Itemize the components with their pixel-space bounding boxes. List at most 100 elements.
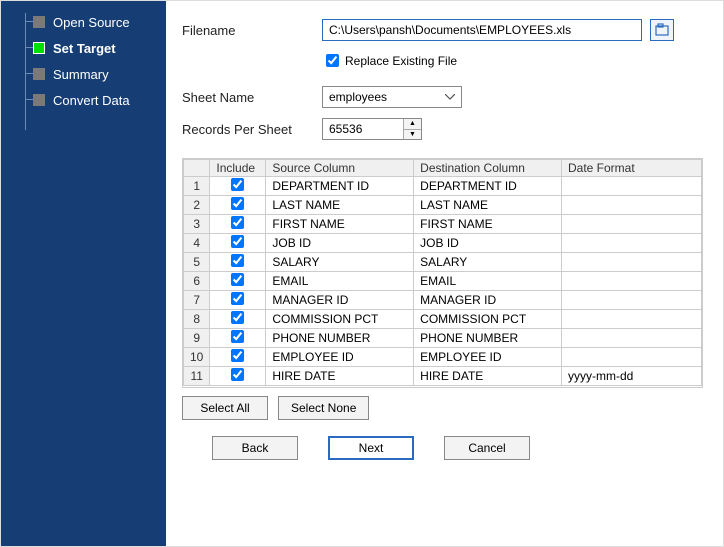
nav-label: Summary — [53, 67, 109, 82]
spinner-down[interactable]: ▼ — [404, 130, 421, 140]
include-checkbox[interactable] — [231, 292, 244, 305]
cell-datefmt[interactable] — [562, 272, 702, 291]
nav-label: Set Target — [53, 41, 116, 56]
nav-marker — [33, 42, 45, 54]
nav-marker — [33, 16, 45, 28]
next-button[interactable]: Next — [328, 436, 414, 460]
back-button[interactable]: Back — [212, 436, 298, 460]
select-none-button[interactable]: Select None — [278, 396, 369, 420]
cell-datefmt[interactable] — [562, 196, 702, 215]
records-input[interactable] — [323, 119, 403, 139]
nav-item-summary[interactable]: Summary — [1, 61, 166, 87]
cell-datefmt[interactable] — [562, 177, 702, 196]
row-number: 8 — [184, 310, 210, 329]
table-row[interactable]: 7MANAGER IDMANAGER ID — [184, 291, 702, 310]
cell-source[interactable]: JOB ID — [266, 234, 414, 253]
cell-datefmt[interactable] — [562, 215, 702, 234]
col-header-source[interactable]: Source Column — [266, 160, 414, 177]
col-header-dest[interactable]: Destination Column — [414, 160, 562, 177]
table-row[interactable]: 6 EMAILEMAIL — [184, 272, 702, 291]
filename-label: Filename — [182, 23, 322, 38]
cell-dest[interactable]: SALARY — [414, 253, 562, 272]
table-row[interactable]: 3 FIRST NAMEFIRST NAME — [184, 215, 702, 234]
row-number: 11 — [184, 367, 210, 386]
cell-datefmt[interactable]: yyyy-mm-dd — [562, 367, 702, 386]
spinner-up[interactable]: ▲ — [404, 119, 421, 130]
cell-dest[interactable]: COMMISSION PCT — [414, 310, 562, 329]
cell-datefmt[interactable] — [562, 253, 702, 272]
row-number: 3 — [184, 215, 210, 234]
filename-input[interactable] — [322, 19, 642, 41]
row-number: 4 — [184, 234, 210, 253]
tree-branch — [25, 99, 33, 100]
cell-dest[interactable]: JOB ID — [414, 234, 562, 253]
cell-dest[interactable]: HIRE DATE — [414, 367, 562, 386]
select-all-button[interactable]: Select All — [182, 396, 268, 420]
include-checkbox[interactable] — [231, 197, 244, 210]
cell-source[interactable]: LAST NAME — [266, 196, 414, 215]
table-row[interactable]: 10EMPLOYEE IDEMPLOYEE ID — [184, 348, 702, 367]
col-header-datefmt[interactable]: Date Format — [562, 160, 702, 177]
cell-dest[interactable]: MANAGER ID — [414, 291, 562, 310]
records-label: Records Per Sheet — [182, 122, 322, 137]
cell-datefmt[interactable] — [562, 348, 702, 367]
replace-checkbox[interactable] — [326, 54, 339, 67]
tree-branch — [25, 73, 33, 74]
cell-dest[interactable]: LAST NAME — [414, 196, 562, 215]
tree-branch — [25, 21, 33, 22]
nav-label: Open Source — [53, 15, 130, 30]
nav-marker — [33, 68, 45, 80]
col-header-rownum — [184, 160, 210, 177]
browse-icon — [655, 23, 669, 37]
table-row[interactable]: 8 COMMISSION PCTCOMMISSION PCT — [184, 310, 702, 329]
tree-branch — [25, 47, 33, 48]
cell-dest[interactable]: DEPARTMENT ID — [414, 177, 562, 196]
cell-source[interactable]: FIRST NAME — [266, 215, 414, 234]
browse-button[interactable] — [650, 19, 674, 41]
wizard-sidebar: Open Source Set Target Summary Convert Data — [1, 1, 166, 546]
row-number: 6 — [184, 272, 210, 291]
columns-table-wrap: Include Source Column Destination Column… — [182, 158, 703, 388]
row-number: 1 — [184, 177, 210, 196]
table-row[interactable]: 5 SALARYSALARY — [184, 253, 702, 272]
table-row[interactable]: 11HIRE DATEHIRE DATEyyyy-mm-dd — [184, 367, 702, 386]
cell-source[interactable]: EMPLOYEE ID — [266, 348, 414, 367]
nav-item-convert-data[interactable]: Convert Data — [1, 87, 166, 113]
cell-source[interactable]: HIRE DATE — [266, 367, 414, 386]
cell-source[interactable]: PHONE NUMBER — [266, 329, 414, 348]
sheet-name-select[interactable]: employees — [322, 86, 462, 108]
cell-dest[interactable]: FIRST NAME — [414, 215, 562, 234]
nav-item-set-target[interactable]: Set Target — [1, 35, 166, 61]
include-checkbox[interactable] — [231, 368, 244, 381]
include-checkbox[interactable] — [231, 216, 244, 229]
include-checkbox[interactable] — [231, 330, 244, 343]
cancel-button[interactable]: Cancel — [444, 436, 530, 460]
row-number: 5 — [184, 253, 210, 272]
table-row[interactable]: 9PHONE NUMBERPHONE NUMBER — [184, 329, 702, 348]
cell-dest[interactable]: EMPLOYEE ID — [414, 348, 562, 367]
records-spinner[interactable]: ▲ ▼ — [322, 118, 422, 140]
include-checkbox[interactable] — [231, 273, 244, 286]
cell-datefmt[interactable] — [562, 329, 702, 348]
cell-source[interactable]: MANAGER ID — [266, 291, 414, 310]
cell-dest[interactable]: EMAIL — [414, 272, 562, 291]
cell-dest[interactable]: PHONE NUMBER — [414, 329, 562, 348]
table-row[interactable]: 4 JOB IDJOB ID — [184, 234, 702, 253]
cell-source[interactable]: DEPARTMENT ID — [266, 177, 414, 196]
cell-source[interactable]: SALARY — [266, 253, 414, 272]
include-checkbox[interactable] — [231, 311, 244, 324]
include-checkbox[interactable] — [231, 235, 244, 248]
cell-source[interactable]: COMMISSION PCT — [266, 310, 414, 329]
nav-marker — [33, 94, 45, 106]
table-row[interactable]: 1 DEPARTMENT IDDEPARTMENT ID — [184, 177, 702, 196]
nav-item-open-source[interactable]: Open Source — [1, 9, 166, 35]
include-checkbox[interactable] — [231, 254, 244, 267]
cell-datefmt[interactable] — [562, 234, 702, 253]
col-header-include[interactable]: Include — [210, 160, 266, 177]
table-row[interactable]: 2LAST NAMELAST NAME — [184, 196, 702, 215]
cell-datefmt[interactable] — [562, 291, 702, 310]
cell-source[interactable]: EMAIL — [266, 272, 414, 291]
cell-datefmt[interactable] — [562, 310, 702, 329]
include-checkbox[interactable] — [231, 178, 244, 191]
include-checkbox[interactable] — [231, 349, 244, 362]
